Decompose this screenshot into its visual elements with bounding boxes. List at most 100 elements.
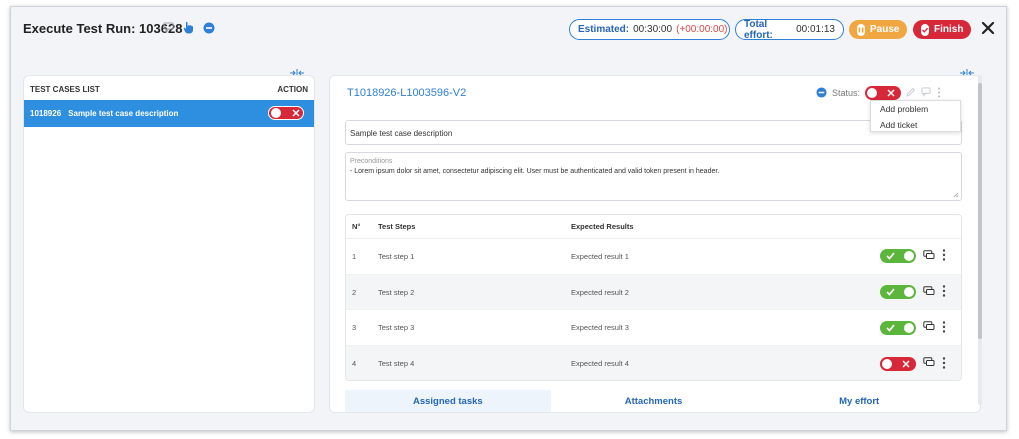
column-header-expected: Expected Results xyxy=(571,222,634,231)
test-cases-list-panel: TEST CASES LIST ACTION 1018926 Sample te… xyxy=(23,75,315,413)
step-number: 2 xyxy=(352,287,357,297)
estimated-time-pill: Estimated: 00:30:00 (+00:00:00) xyxy=(569,19,730,40)
toggle-knob xyxy=(271,108,281,118)
toggle-knob xyxy=(882,358,892,369)
toggle-knob xyxy=(904,287,914,298)
tab-assigned-tasks[interactable]: Assigned tasks xyxy=(345,390,551,412)
row-actions xyxy=(880,320,946,335)
column-header-steps: Test Steps xyxy=(378,222,416,231)
test-cases-list-header: TEST CASES LIST ACTION xyxy=(24,76,314,100)
comments-icon[interactable] xyxy=(923,250,935,263)
more-vertical-icon[interactable] xyxy=(942,249,946,263)
comments-icon[interactable] xyxy=(923,321,935,334)
status-label: Status: xyxy=(832,88,861,98)
more-vertical-icon[interactable] xyxy=(942,285,946,299)
estimated-delta: (+00:00:00) xyxy=(676,24,728,35)
step-text: Test step 1 xyxy=(378,251,415,261)
step-number: 4 xyxy=(352,359,357,369)
collapse-left-panel-icon[interactable] xyxy=(290,64,304,77)
row-actions xyxy=(880,249,946,264)
more-actions-menu: Add problem Add ticket xyxy=(870,100,961,132)
estimated-value: 00:30:00 xyxy=(633,24,673,35)
row-actions xyxy=(880,285,946,300)
expected-result-text: Expected result 1 xyxy=(571,251,629,261)
expected-result-text: Expected result 3 xyxy=(571,323,629,333)
step-status-toggle[interactable] xyxy=(880,285,916,300)
scrollbar-thumb[interactable] xyxy=(978,83,982,339)
table-row: 1 Test step 1 Expected result 1 xyxy=(346,239,961,275)
resize-handle-icon[interactable] xyxy=(953,192,959,198)
status-area: Status: xyxy=(816,86,941,100)
hand-pointer-icon[interactable] xyxy=(182,21,195,34)
table-header-row: N° Test Steps Expected Results xyxy=(346,215,961,239)
table-row: 3 Test step 3 Expected result 3 xyxy=(346,310,961,347)
menu-item-add-ticket[interactable]: Add ticket xyxy=(871,117,960,133)
effort-label: Total effort: xyxy=(744,18,773,41)
table-row: 4 Test step 4 Expected result 4 xyxy=(346,346,961,380)
comments-icon[interactable] xyxy=(923,285,935,299)
step-text: Test step 3 xyxy=(378,323,415,333)
minus-circle-icon[interactable] xyxy=(202,21,215,34)
test-case-id: 1018926 xyxy=(30,109,62,118)
pause-label: Pause xyxy=(870,24,900,35)
more-vertical-icon[interactable] xyxy=(942,357,946,371)
test-steps-table: N° Test Steps Expected Results 1 Test st… xyxy=(345,214,962,381)
more-vertical-icon[interactable] xyxy=(942,321,946,335)
page-title: Execute Test Run: 103628 xyxy=(23,21,183,36)
header: Execute Test Run: 103628 Estimated: 00:3… xyxy=(11,7,1006,49)
minus-circle-icon[interactable] xyxy=(816,86,827,100)
total-effort-pill: Total effort: 00:01:13 xyxy=(735,18,844,41)
row-actions xyxy=(880,356,946,371)
edit-pencil-icon[interactable] xyxy=(906,87,916,99)
column-header-no: N° xyxy=(352,222,361,231)
test-case-list-item[interactable]: 1018926 Sample test case description xyxy=(24,100,314,127)
test-case-description: Sample test case description xyxy=(68,109,179,118)
tab-my-effort[interactable]: My effort xyxy=(756,390,962,412)
toggle-knob xyxy=(867,88,878,98)
test-case-status-toggle[interactable] xyxy=(268,106,304,120)
pause-button[interactable]: Pause xyxy=(849,20,907,39)
expected-result-text: Expected result 4 xyxy=(571,359,629,369)
toggle-knob xyxy=(904,251,914,262)
step-status-toggle[interactable] xyxy=(880,249,916,264)
toggle-knob xyxy=(904,322,914,333)
close-icon[interactable] xyxy=(979,19,997,37)
check-circle-icon xyxy=(921,23,929,36)
step-status-toggle[interactable] xyxy=(880,320,916,335)
effort-value: 00:01:13 xyxy=(796,24,835,35)
finish-button[interactable]: Finish xyxy=(913,20,971,39)
table-row: 2 Test step 2 Expected result 2 xyxy=(346,274,961,311)
step-text: Test step 4 xyxy=(378,359,415,369)
comments-icon[interactable] xyxy=(923,357,935,370)
action-header-label: ACTION xyxy=(277,85,308,94)
estimated-label: Estimated: xyxy=(578,24,630,35)
check-icon xyxy=(886,288,895,296)
detail-scrollbar[interactable] xyxy=(978,75,982,405)
step-number: 3 xyxy=(352,323,357,333)
x-icon xyxy=(887,89,895,97)
check-icon xyxy=(886,252,895,261)
preconditions-label: Preconditions xyxy=(350,158,393,165)
detail-tabs: Assigned tasks Attachments My effort xyxy=(345,390,962,412)
test-case-status-toggle[interactable] xyxy=(865,86,902,100)
finish-label: Finish xyxy=(934,24,964,35)
step-number: 1 xyxy=(352,251,357,261)
title-actions xyxy=(162,21,215,34)
step-status-toggle[interactable] xyxy=(880,356,916,371)
step-text: Test step 2 xyxy=(378,287,415,297)
execute-test-run-window: Execute Test Run: 103628 Estimated: 00:3… xyxy=(10,6,1007,431)
pause-icon xyxy=(857,23,865,36)
x-icon xyxy=(902,360,910,368)
test-case-code: T1018926-L1003596-V2 xyxy=(347,87,467,99)
expected-result-text: Expected result 2 xyxy=(571,287,629,297)
menu-item-add-problem[interactable]: Add problem xyxy=(871,101,960,117)
x-icon xyxy=(292,109,300,117)
list-header-label: TEST CASES LIST xyxy=(30,85,100,94)
more-vertical-icon[interactable] xyxy=(937,87,941,100)
collapse-right-panel-icon[interactable] xyxy=(960,64,974,77)
comment-icon[interactable] xyxy=(162,21,175,34)
preconditions-field[interactable]: Preconditions - Lorem ipsum dolor sit am… xyxy=(345,152,962,201)
comment-icon[interactable] xyxy=(921,87,932,99)
tab-attachments[interactable]: Attachments xyxy=(551,390,757,412)
test-case-detail-panel: T1018926-L1003596-V2 Status: Add problem xyxy=(329,75,981,413)
